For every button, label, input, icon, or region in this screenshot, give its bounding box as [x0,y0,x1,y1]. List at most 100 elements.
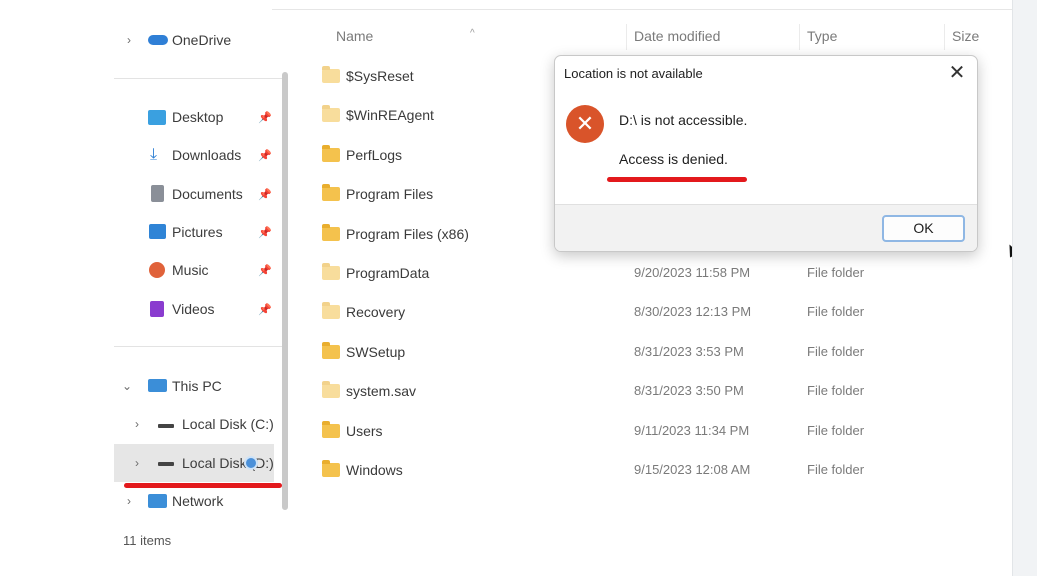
dialog-detail: Access is denied. [619,151,728,167]
pin-icon[interactable]: 📌 [258,264,272,277]
chevron-right-icon[interactable]: › [124,33,134,47]
file-date-modified: 9/20/2023 11:58 PM [634,265,751,280]
videos-icon [150,301,164,317]
column-header-size[interactable]: Size [952,28,979,44]
sidebar-item-local-disk-c[interactable]: › Local Disk (C:) [114,409,284,439]
pin-icon[interactable]: 📌 [258,188,272,201]
file-name: Users [346,422,383,439]
network-icon [148,494,167,508]
column-divider[interactable] [626,24,627,50]
desktop-icon [148,110,166,125]
pictures-icon [149,224,166,239]
folder-icon [322,144,340,162]
column-header-type[interactable]: Type [807,28,837,44]
file-name: system.sav [346,383,417,400]
folder-icon [322,302,340,320]
divider [114,78,284,79]
right-edge-panel [1012,0,1037,576]
file-type: File folder [807,383,865,399]
drive-icon [158,424,174,428]
sidebar-item-onedrive[interactable]: › OneDrive [114,25,284,55]
navigation-pane: › OneDrive Desktop 📌 ⤓ Downloads 📌 Docum… [114,0,294,576]
pin-icon[interactable]: 📌 [258,226,272,239]
sidebar-item-documents[interactable]: Documents 📌 [114,179,284,209]
close-icon[interactable]: ✕ [943,60,971,88]
sidebar-item-label: Videos [172,301,215,317]
folder-icon [322,184,340,202]
sidebar-item-label: Local Disk (D:) [182,455,274,471]
folder-icon [322,263,340,280]
sidebar-item-network[interactable]: › Network [114,486,284,516]
file-name: $WinREAgent [346,107,434,124]
file-name: PerfLogs [346,146,403,163]
sidebar-item-music[interactable]: Music 📌 [114,255,284,285]
folder-icon [322,341,340,359]
red-highlight-underline [607,177,747,182]
document-icon [151,185,164,202]
music-icon [149,262,165,278]
chevron-right-icon[interactable]: › [124,494,134,508]
pin-icon[interactable]: 📌 [258,303,272,316]
file-date-modified: 8/31/2023 3:53 PM [634,343,744,359]
folder-icon [322,381,340,399]
cloud-icon [148,35,168,45]
file-row[interactable]: ProgramData 9/20/2023 11:58 PM File folder [304,257,1004,289]
folder-icon [322,460,340,477]
pin-icon[interactable]: 📌 [258,111,272,124]
file-row[interactable]: Recovery 8/30/2023 12:13 PM File folder [304,296,1004,328]
dialog-message: D:\ is not accessible. [619,112,748,128]
sidebar-item-desktop[interactable]: Desktop 📌 [114,102,284,132]
cursor-indicator-icon [244,456,258,470]
sidebar-item-label: Local Disk (C:) [182,416,274,432]
sidebar-item-label: This PC [172,378,222,394]
sidebar-scrollbar[interactable] [282,72,288,510]
file-explorer-window: › OneDrive Desktop 📌 ⤓ Downloads 📌 Docum… [114,0,1020,576]
computer-icon [148,379,167,392]
column-divider[interactable] [799,24,800,50]
sidebar-item-label: Music [172,262,209,278]
sidebar-item-label: Pictures [172,224,223,240]
sidebar-item-local-disk-d[interactable]: › Local Disk (D:) [114,448,284,478]
dialog-footer: OK [555,204,977,251]
file-type: File folder [807,343,865,359]
file-type: File folder [807,422,865,438]
file-type: File folder [807,304,865,320]
sidebar-item-downloads[interactable]: ⤓ Downloads 📌 [114,140,284,170]
column-header-row: Name ^ Date modified Type Size [304,24,1004,50]
download-icon: ⤓ [150,146,158,163]
file-name: Program Files [346,186,434,203]
pin-icon[interactable]: 📌 [258,149,272,162]
sidebar-item-videos[interactable]: Videos 📌 [114,294,284,324]
file-row[interactable]: system.sav 8/31/2023 3:50 PM File folder [304,375,1004,407]
column-header-name[interactable]: Name [336,28,373,44]
toolbar-edge [272,0,1012,10]
sidebar-item-label: OneDrive [172,32,232,48]
sort-ascending-icon: ^ [470,28,475,39]
file-date-modified: 9/11/2023 11:34 PM [634,422,750,438]
chevron-right-icon[interactable]: › [132,417,142,431]
sidebar-item-label: Network [172,493,224,509]
chevron-down-icon[interactable]: ⌄ [122,379,132,393]
file-row[interactable]: SWSetup 8/31/2023 3:53 PM File folder [304,336,1004,368]
chevron-right-icon[interactable]: › [132,456,142,470]
file-type: File folder [807,265,865,280]
folder-icon [322,420,340,438]
file-row[interactable]: Users 9/11/2023 11:34 PM File folder [304,415,1004,447]
file-name: Windows [346,462,403,478]
column-header-date[interactable]: Date modified [634,28,720,44]
dialog-title: Location is not available [564,66,703,81]
file-name: ProgramData [346,265,430,281]
divider [114,346,284,347]
file-name: Recovery [346,304,406,321]
file-row[interactable]: Windows 9/15/2023 12:08 AM File folder [304,454,1004,486]
drive-icon [158,462,174,466]
ok-button[interactable]: OK [882,215,965,242]
file-type: File folder [807,462,865,477]
sidebar-item-label: Documents [172,186,243,202]
sidebar-item-pictures[interactable]: Pictures 📌 [114,217,284,247]
error-dialog: Location is not available ✕ ✕ D:\ is not… [554,55,978,252]
folder-icon [322,66,340,83]
sidebar-item-this-pc[interactable]: ⌄ This PC [114,371,284,401]
column-divider[interactable] [944,24,945,50]
status-item-count: 11 items [123,533,172,548]
